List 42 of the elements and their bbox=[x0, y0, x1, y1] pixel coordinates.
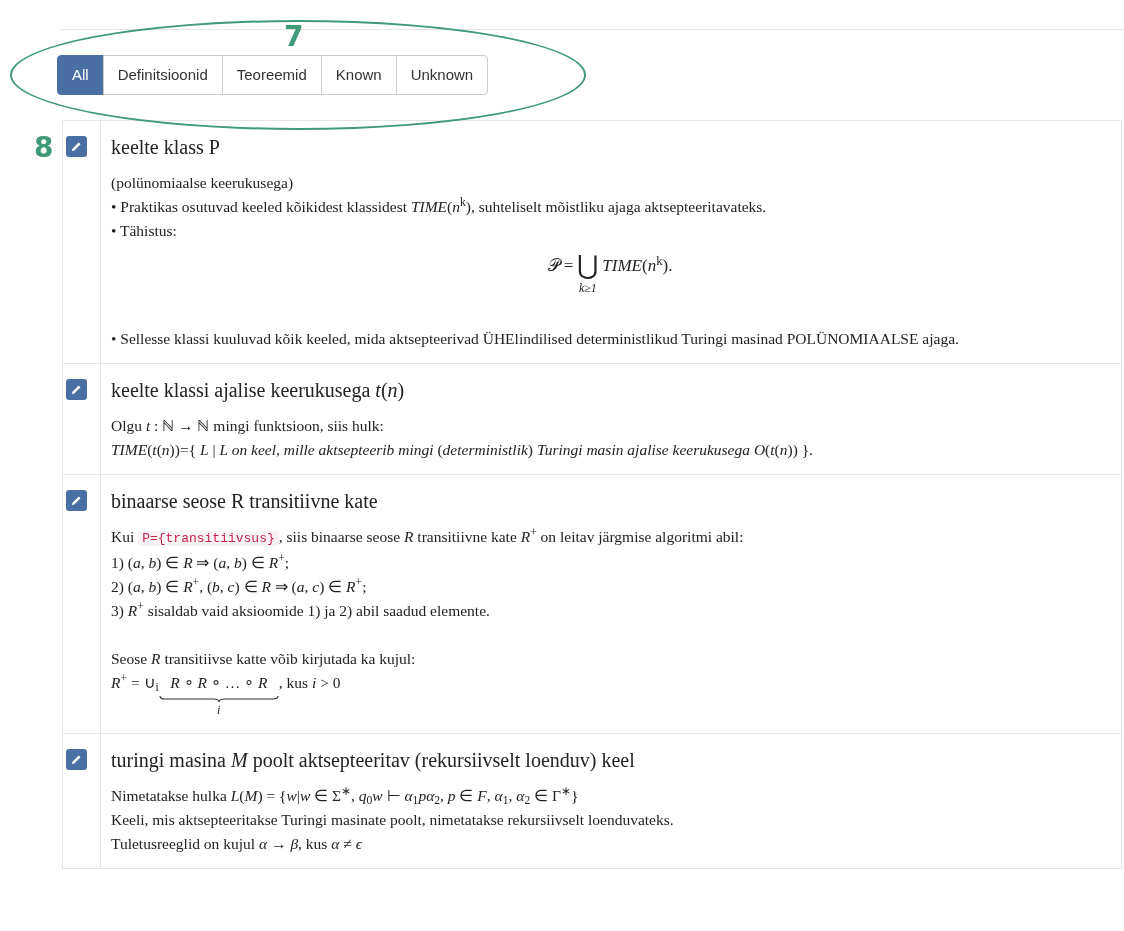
entry-text: 3) R$^{+}$ sisaldab vaid aksioomide 1) ja 2) abil saadud elemente. bbox=[111, 599, 491, 621]
pencil-icon bbox=[71, 141, 82, 152]
edit-button[interactable] bbox=[66, 749, 87, 770]
entry-title: keelte klass P bbox=[111, 135, 221, 160]
formula-text: TIME(n$^{k}$). bbox=[602, 252, 673, 277]
formula-text: 𝒫 = bbox=[547, 255, 574, 277]
entry-text: • Praktikas osutuvad keeled kõikidest klassidest TIME(n$^{k}$), suhteliselt mõistliku ajaga aktsepteeritavateks. bbox=[111, 195, 768, 217]
edit-button[interactable] bbox=[66, 136, 87, 157]
union-symbol: ⋃ bbox=[577, 251, 599, 281]
entry-text: (polünomiaalse keerukusega) bbox=[111, 173, 295, 193]
entry-text: Kui P={transitiivsus} , siis binaarse seose R transitiivne kate R$^{+}$ on leitav järgmise algoritmi abil: bbox=[111, 525, 745, 548]
entry-title: turingi masina M poolt aktsepteeritav (rekursiivselt loenduv) keel bbox=[111, 748, 636, 774]
pencil-icon bbox=[71, 495, 82, 506]
formula-subscript: i bbox=[217, 703, 221, 717]
entry-text: Nimetatakse hulka L(M) = {w|w ∈ Σ$^{∗}$, q$_{0}$w ⊢ α$_{1}$pα$_{2}$, p ∈ F, α$_{1}$, α$_{2}$ ∈ Γ$^{∗}$} bbox=[111, 784, 580, 808]
entry-text: TIME(t(n))={ L | L on keel, mille aktsepteerib mingi (deterministlik) Turingi masin ajalise keerukusega O(t(n)) }. bbox=[111, 440, 814, 460]
entry-text: Seose R transitiivse katte võib kirjutada ka kujul: bbox=[111, 649, 417, 669]
pencil-icon bbox=[71, 754, 82, 765]
annotation-number: 8 bbox=[34, 130, 54, 166]
formula-subscript: k≥1 bbox=[578, 281, 597, 295]
entry-title: binaarse seose R transitiivne kate bbox=[111, 489, 379, 514]
underbrace-icon bbox=[158, 695, 279, 703]
entry-text: Keeli, mis aktsepteeritakse Turingi masinate poolt, nimetatakse rekursiivselt loenduvateks. bbox=[111, 810, 675, 830]
entry-text: 2) (a, b) ∈ R$^{+}$, (b, c) ∈ R ⇒ (a, c) ∈ R$^{+}$; bbox=[111, 575, 368, 597]
entry-text: 1) (a, b) ∈ R ⇒ (a, b) ∈ R$^{+}$; bbox=[111, 551, 291, 573]
entry-text: • Tähistus: bbox=[111, 221, 178, 241]
formula-text: R$^{+}$ = ∪$_{i}$ bbox=[111, 671, 159, 695]
entry-title: keelte klassi ajalise keerukusega t(n) bbox=[111, 378, 406, 404]
formula-text: , kus i > 0 bbox=[278, 673, 341, 693]
entry-text: • Sellesse klassi kuuluvad kõik keeled, mida aktsepteerivad ÜHElindilised deterministlikud Turingi masinad POLÜNOMIAALSE ajaga. bbox=[111, 329, 960, 349]
annotation-number: 7 bbox=[284, 19, 304, 55]
filter-tab[interactable]: Teoreemid bbox=[221, 55, 322, 95]
formula-text: R ∘ R ∘ … ∘ R bbox=[170, 673, 268, 693]
entry-text: Olgu t : ℕ → ℕ mingi funktsioon, siis hulk: bbox=[111, 416, 385, 436]
filter-tab[interactable]: Unknown bbox=[395, 55, 489, 95]
edit-button[interactable] bbox=[66, 490, 87, 511]
filter-tab[interactable]: All bbox=[57, 55, 104, 95]
entry-text: Tuletusreeglid on kujul α → β, kus α ≠ ϵ bbox=[111, 834, 364, 854]
pencil-icon bbox=[71, 384, 82, 395]
edit-button[interactable] bbox=[66, 379, 87, 400]
filter-tab[interactable]: Definitsioonid bbox=[102, 55, 223, 95]
filter-tab[interactable]: Known bbox=[320, 55, 397, 95]
